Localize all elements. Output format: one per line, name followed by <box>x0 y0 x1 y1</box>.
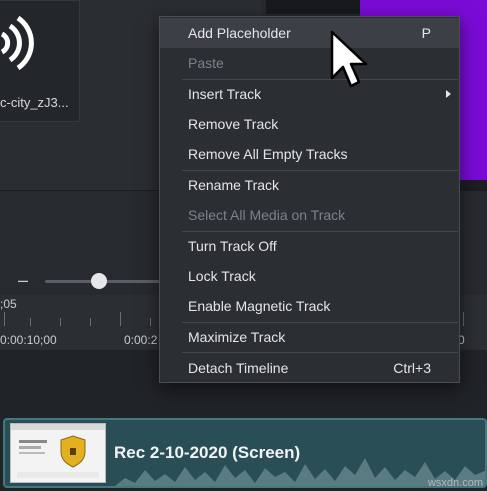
menu-item-detach-timeline[interactable]: Detach Timeline Ctrl+3 <box>160 353 459 383</box>
ruler-tick <box>120 312 121 326</box>
watermark: wsxdn.com <box>427 477 483 489</box>
menu-item-label: Paste <box>188 55 224 71</box>
menu-item-enable-magnetic-track[interactable]: Enable Magnetic Track <box>160 291 459 321</box>
menu-item-select-all-media[interactable]: Select All Media on Track <box>160 200 459 230</box>
menu-item-turn-track-off[interactable]: Turn Track Off <box>160 231 459 261</box>
ruler-label: 0:00:2 <box>124 333 158 347</box>
menu-item-label: Select All Media on Track <box>188 207 346 223</box>
menu-item-label: Detach Timeline <box>188 360 289 376</box>
menu-item-label: Remove Track <box>188 116 279 132</box>
menu-item-label: Rename Track <box>188 177 280 193</box>
ruler-tick <box>463 312 464 326</box>
audio-wave-icon <box>0 15 34 71</box>
menu-item-label: Enable Magnetic Track <box>188 298 331 314</box>
menu-item-label: Remove All Empty Tracks <box>188 146 348 162</box>
canvas-top-bar <box>266 0 360 14</box>
menu-item-rename-track[interactable]: Rename Track <box>160 170 459 200</box>
submenu-arrow-icon <box>446 90 451 98</box>
menu-item-label: Maximize Track <box>188 329 286 345</box>
shield-icon <box>11 424 105 478</box>
ruler-tick <box>4 312 5 326</box>
menu-item-shortcut: P <box>421 25 431 41</box>
menu-item-label: Turn Track Off <box>188 238 277 254</box>
menu-item-remove-track[interactable]: Remove Track <box>160 109 459 139</box>
menu-item-insert-track[interactable]: Insert Track <box>160 79 459 109</box>
ruler-label: 0:00:10;00 <box>0 333 57 347</box>
menu-item-paste[interactable]: Paste <box>160 48 459 78</box>
ruler-tick <box>150 318 151 326</box>
clip-thumbnail <box>10 423 106 483</box>
menu-item-shortcut: Ctrl+3 <box>393 360 431 376</box>
menu-item-lock-track[interactable]: Lock Track <box>160 261 459 291</box>
menu-item-remove-all-empty-tracks[interactable]: Remove All Empty Tracks <box>160 139 459 169</box>
ruler-label: ;05 <box>0 297 17 311</box>
clip-label: Rec 2-10-2020 (Screen) <box>114 443 301 462</box>
ruler-tick <box>30 318 31 326</box>
menu-item-label: Lock Track <box>188 268 256 284</box>
menu-item-maximize-track[interactable]: Maximize Track <box>160 322 459 352</box>
ruler-tick <box>60 318 61 326</box>
ruler-tick <box>90 318 91 326</box>
zoom-out-button[interactable]: – <box>18 270 28 291</box>
mouse-cursor-icon <box>330 30 368 88</box>
menu-item-add-placeholder[interactable]: Add Placeholder P <box>160 18 459 48</box>
zoom-slider-handle[interactable] <box>91 273 107 289</box>
menu-item-label: Insert Track <box>188 86 262 102</box>
media-item-name: c-city_zJ3... <box>0 95 69 110</box>
context-menu: Add Placeholder P Paste Insert Track Rem… <box>159 16 460 383</box>
menu-item-label: Add Placeholder <box>188 25 291 41</box>
